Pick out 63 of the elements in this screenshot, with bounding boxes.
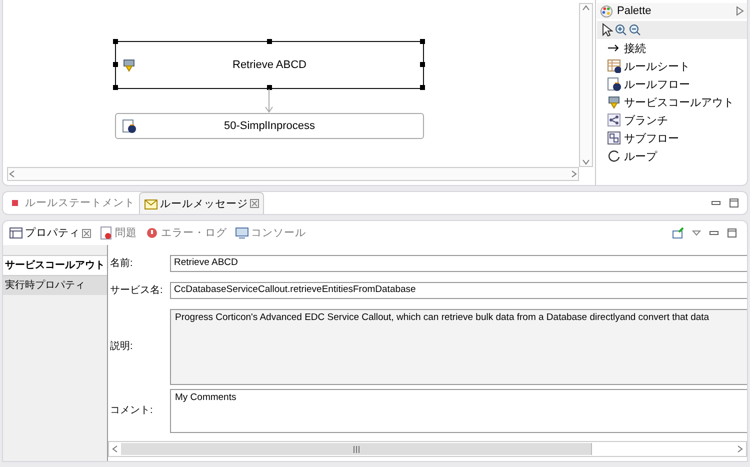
flow-node[interactable]: Retrieve ABCD <box>115 41 424 89</box>
loop-icon <box>607 149 621 163</box>
flow-node[interactable]: 50-SimplInprocess <box>115 113 424 139</box>
text-field[interactable]: CcDatabaseServiceCallout.retrieveEntitiesFromDatabase <box>170 282 747 299</box>
close-icon[interactable] <box>250 199 259 208</box>
branch-icon <box>607 113 621 127</box>
palette-item[interactable]: ブランチ <box>597 111 747 129</box>
scroll-thumb[interactable] <box>121 443 592 455</box>
ruleflow-icon <box>122 119 136 133</box>
ruleflow-icon <box>607 77 621 91</box>
error-icon <box>145 226 159 240</box>
field-label: 説明: <box>110 340 134 354</box>
field-label: サービス名: <box>110 284 164 298</box>
resize-handle[interactable] <box>420 62 425 67</box>
field-label: コメント: <box>110 404 154 418</box>
palette-item[interactable]: サブフロー <box>597 129 747 147</box>
envelope-icon <box>144 196 158 210</box>
table-icon <box>607 59 621 73</box>
view-tab[interactable]: エラー・ログ <box>141 223 231 243</box>
resize-handle[interactable] <box>113 39 118 44</box>
sidebar-item[interactable]: 実行時プロパティ <box>3 275 107 295</box>
dropdown-icon[interactable] <box>692 228 701 238</box>
comment-field[interactable]: My Comments <box>170 389 747 433</box>
resize-handle[interactable] <box>113 85 118 90</box>
horizontal-scrollbar[interactable] <box>108 441 747 457</box>
sidebar-item[interactable]: サービスコールアウト <box>3 255 107 275</box>
console-icon <box>235 226 249 240</box>
palette-item[interactable]: ループ <box>597 147 747 165</box>
palette-item[interactable]: サービスコールアウト <box>597 93 747 111</box>
callout-icon <box>122 58 136 72</box>
pin-icon[interactable] <box>672 227 684 239</box>
pointer-icon[interactable] <box>600 23 613 37</box>
palette-title: Palette <box>617 5 652 17</box>
zoom-out-icon[interactable] <box>629 24 641 36</box>
resize-handle[interactable] <box>266 85 272 90</box>
grip-icon <box>352 446 360 452</box>
callout-icon <box>607 95 621 109</box>
maximize-icon[interactable] <box>729 198 739 208</box>
zoom-in-icon[interactable] <box>615 24 627 36</box>
field-label: 名前: <box>110 256 134 270</box>
connection-arrow <box>264 89 274 113</box>
maximize-icon[interactable] <box>727 228 737 238</box>
problems-icon <box>99 226 113 240</box>
view-tab[interactable]: プロパティ <box>5 223 95 243</box>
resize-handle[interactable] <box>420 39 425 44</box>
subflow-icon <box>607 131 621 145</box>
resize-handle[interactable] <box>266 39 272 44</box>
view-tab[interactable]: ルールメッセージ <box>139 192 264 214</box>
view-tab[interactable]: ルールステートメント <box>5 192 139 214</box>
expand-arrow-icon[interactable] <box>736 6 744 16</box>
palette-item[interactable]: 接続 <box>597 39 747 57</box>
resize-handle[interactable] <box>113 62 118 67</box>
description-field[interactable]: Progress Corticon's Advanced EDC Service Callout, which can retrieve bulk data from a Database directlyand convert that data <box>170 309 747 385</box>
close-icon[interactable] <box>82 228 91 238</box>
palette-item[interactable]: ルールフロー <box>597 75 747 93</box>
horizontal-scrollbar[interactable] <box>7 167 579 181</box>
vertical-scrollbar[interactable] <box>579 3 593 167</box>
palette-item[interactable]: ルールシート <box>597 57 747 75</box>
text-field[interactable]: Retrieve ABCD <box>170 255 747 272</box>
view-tab[interactable]: 問題 <box>95 223 141 243</box>
resize-handle[interactable] <box>420 85 425 90</box>
view-tab[interactable]: コンソール <box>231 223 310 243</box>
table-icon <box>9 226 23 240</box>
